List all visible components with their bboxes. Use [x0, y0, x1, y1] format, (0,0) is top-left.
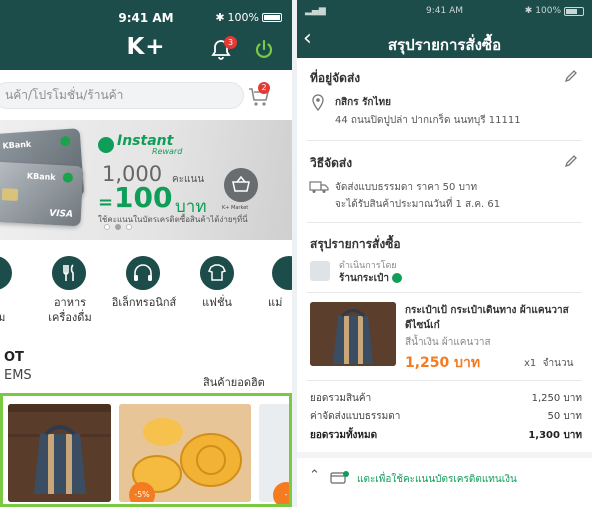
bestseller-link[interactable]: สินค้ายอดฮิต — [203, 373, 265, 391]
order-summary-screen: ▂▄▆ 9:41 AM ✱ 100% ‹ สรุปรายการสั่งซื้อ … — [297, 0, 592, 507]
banner-pagination[interactable] — [104, 224, 132, 230]
battery-icon — [262, 13, 282, 22]
backpack-image — [8, 404, 111, 502]
use-points-label: แตะเพื่อใช้คะแนนบัตรเครดิตแทนเงิน — [357, 474, 517, 485]
pencil-icon[interactable] — [563, 68, 579, 84]
subtotal-label: ยอดรวมสินค้า — [310, 393, 372, 404]
equals-sign: = — [98, 192, 114, 213]
shipping-eta: จะได้รับสินค้าประมาณวันที่ 1 ส.ค. 61 — [335, 199, 501, 210]
divider — [307, 292, 582, 293]
points-unit: คะแนน — [172, 174, 205, 185]
notification-badge: 3 — [224, 36, 237, 49]
store-name: ร้านกระเป๋า — [339, 273, 389, 284]
summary-heading: สรุปรายการสั่งซื้อ — [310, 237, 401, 251]
power-icon[interactable] — [252, 38, 276, 62]
location-pin-icon — [312, 94, 324, 112]
kbank-logo-icon — [60, 135, 71, 147]
home-screen: 9:41 AM ✱ 100% K+ 3 นค้า/โปรโมชั่น/ร้านค… — [0, 0, 292, 507]
app-logo: K+ — [126, 34, 166, 60]
cart-badge: 2 — [258, 82, 270, 94]
category-label: แม่ — [268, 296, 283, 309]
category-label-electronics[interactable]: อิเล็กทรอนิกส์ — [104, 295, 184, 310]
store-name-row[interactable]: ร้านกระเป๋า — [339, 271, 402, 286]
backpack-image — [310, 302, 396, 366]
product-card-mooncake[interactable]: -5% — [119, 404, 251, 502]
shipping-heading: วิธีจัดส่ง — [310, 156, 353, 170]
kmarket-label: K+ Market — [222, 205, 249, 211]
category-icon-partial[interactable] — [0, 256, 12, 290]
use-points-toggle[interactable]: ⌃ แตะเพื่อใช้คะแนนบัตรเครดิตแทนเงิน — [297, 462, 592, 496]
pagination-dot[interactable] — [115, 224, 121, 230]
status-battery: ✱ 100% — [525, 6, 584, 16]
shipping-fee-value: 50 บาท — [547, 411, 582, 422]
chevron-up-icon: ⌃ — [309, 468, 320, 483]
shipping-fee-label: ค่าจัดส่งแบบธรรมดา — [310, 411, 401, 422]
total-label: ยอดรวมทั้งหมด — [310, 430, 378, 441]
instant-reward-subtitle: Reward — [152, 147, 183, 156]
divider — [307, 140, 582, 141]
shipping-method: จัดส่งแบบธรรมดา ราคา 50 บาท — [335, 182, 478, 193]
shirt-icon[interactable] — [200, 256, 234, 290]
item-quantity: x1 จำนวน — [524, 358, 574, 369]
product-card-bag[interactable] — [8, 404, 111, 502]
credit-card-image: KBank VISA — [0, 161, 84, 227]
card-chip-icon — [1, 188, 19, 201]
divider — [307, 222, 582, 223]
utensils-icon[interactable] — [52, 256, 86, 290]
truck-icon — [309, 181, 329, 193]
pagination-dot[interactable] — [104, 224, 110, 230]
total-value: 1,300 บาท — [528, 430, 582, 441]
category-label-fashion[interactable]: แฟชั่น — [190, 295, 244, 310]
item-thumbnail — [310, 302, 396, 366]
recipient-name: กสิกร รักไทย — [335, 97, 391, 108]
section-subtitle: EMS — [4, 368, 32, 383]
product-grid: -5% - — [0, 393, 292, 507]
pagination-dot[interactable] — [126, 224, 132, 230]
app-header: ▂▄▆ 9:41 AM ✱ 100% ‹ สรุปรายการสั่งซื้อ — [297, 0, 592, 58]
section-title: OT — [4, 350, 24, 365]
kbank-logo-icon — [62, 172, 74, 183]
subtotal-value: 1,250 บาท — [531, 393, 582, 404]
bluetooth-icon: ✱ — [524, 6, 533, 16]
item-title-line2: ดีไซน์เก๋ — [405, 320, 440, 331]
category-label: พาม — [0, 311, 6, 324]
battery-percent: 100% — [227, 11, 259, 24]
item-title-line1: กระเป๋าเป้ กระเป๋าเดินทาง ผ้าแคนวาส — [405, 305, 569, 316]
baht-value: 100 — [114, 181, 173, 214]
item-price: 1,250 บาท — [405, 355, 481, 371]
pencil-icon[interactable] — [563, 153, 579, 169]
verified-icon — [392, 273, 402, 283]
page-title: สรุปรายการสั่งซื้อ — [387, 36, 502, 54]
bluetooth-icon: ✱ — [215, 11, 225, 24]
category-icon-partial[interactable] — [272, 256, 292, 290]
store-label: ดำเนินการโดย — [339, 261, 397, 271]
category-label-food[interactable]: อาหาร เครื่องดื่ม — [34, 295, 106, 325]
discount-badge: - — [273, 482, 289, 504]
product-card-partial[interactable]: - — [259, 404, 289, 504]
discount-badge: -5% — [129, 482, 155, 502]
address-heading: ที่อยู่จัดส่ง — [310, 71, 361, 85]
section-separator — [297, 452, 592, 458]
headphones-icon[interactable] — [126, 256, 160, 290]
divider — [307, 380, 582, 381]
status-battery: ✱ 100% — [215, 11, 282, 24]
card-points-icon — [330, 471, 349, 484]
gift-icon — [98, 137, 114, 153]
item-variant: สีน้ำเงิน ผ้าแคนวาส — [405, 337, 491, 348]
app-header: 9:41 AM ✱ 100% K+ 3 — [0, 0, 292, 70]
store-logo-icon — [310, 261, 330, 281]
battery-icon — [564, 6, 584, 16]
basket-icon[interactable] — [224, 168, 258, 202]
address-line: 44 ถนนปิดปูปล่า ปากเกร็ด นนทบุรี 11111 — [335, 115, 521, 126]
search-input[interactable]: นค้า/โปรโมชั่น/ร้านค้า — [0, 82, 244, 109]
